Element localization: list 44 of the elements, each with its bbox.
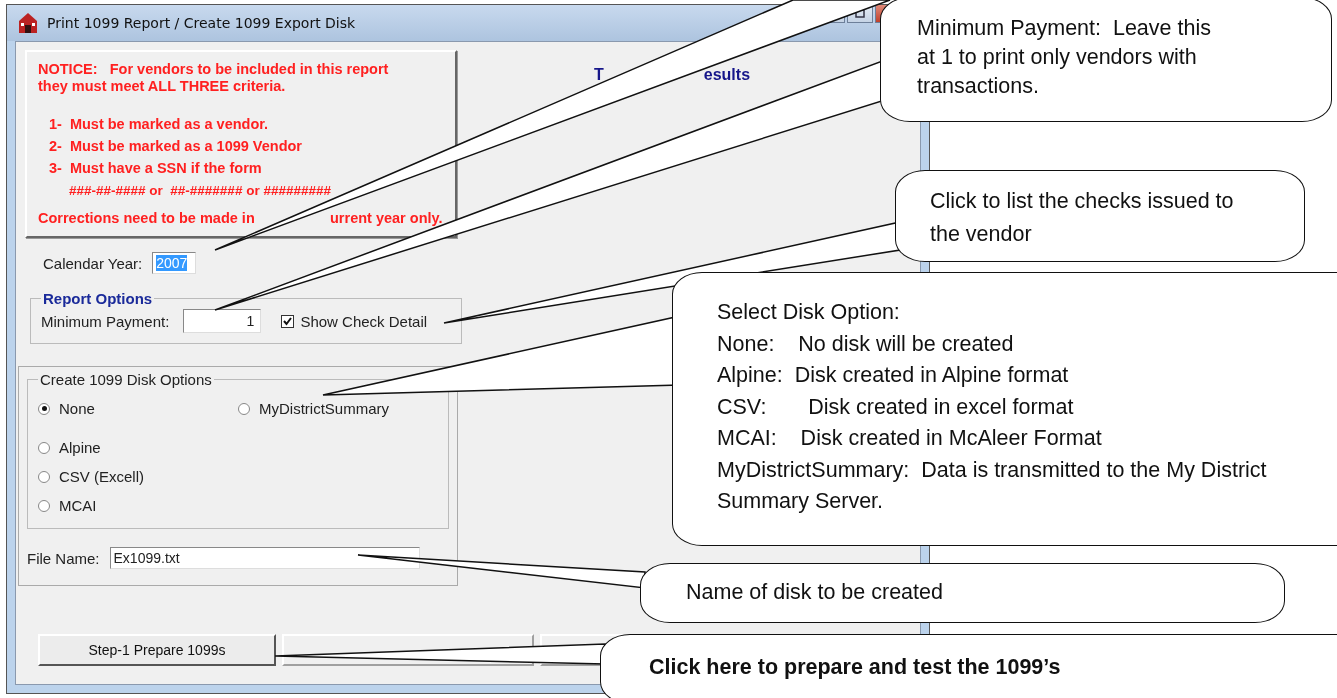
callout-text: CSV: Disk created in excel format (717, 393, 1075, 421)
criterion-number: 1- (49, 116, 62, 133)
field-label: Minimum Payment: (41, 312, 170, 330)
radio-label: Alpine (59, 439, 101, 456)
field-label: Calendar Year: (43, 254, 143, 272)
callout-text: Click here to prepare and test the 1099’s (649, 654, 1062, 681)
notice-footer: Corrections need to be made in (38, 210, 330, 227)
ssn-formats: ###-##-#### or ##-####### or ######### (69, 182, 332, 199)
step-button[interactable]: Step-1 Prepare 1099s (38, 634, 276, 666)
results-heading: T (594, 66, 604, 84)
callout-text: None: No disk will be created (717, 330, 1015, 358)
radio-button[interactable] (38, 402, 50, 415)
file-name-field[interactable]: Ex1099.txt (109, 547, 420, 569)
callout-text: MCAI: Disk created in McAleer Format (717, 425, 1103, 452)
checkbox[interactable] (281, 314, 295, 328)
radio-label: None (59, 400, 95, 417)
radio-button[interactable] (38, 441, 50, 454)
results-heading: esults (703, 66, 751, 84)
criterion-text: Must have a SSN if the form (69, 160, 262, 177)
criterion-text: Must be marked as a vendor. (69, 116, 269, 133)
callout-text: Name of disk to be created (686, 579, 944, 606)
notice-footer: urrent year only. (330, 210, 444, 227)
radio-button[interactable] (238, 402, 250, 415)
callout-text: Alpine: Disk created in Alpine format (717, 362, 1070, 389)
radio-label: CSV (Excell) (59, 468, 144, 485)
schoolhouse-icon (17, 12, 39, 34)
checkbox-label: Show Check Detail (300, 312, 428, 330)
group-title: Create 1099 Disk Options (39, 371, 213, 388)
minimum-payment-field[interactable]: 1 (183, 309, 262, 333)
notice-text: NOTICE: For vendors to be included in this report they must meet ALL THREE criteria. (38, 61, 390, 95)
radio-button[interactable] (38, 470, 50, 483)
callout-text: Click to list the checks issued to the vendor (930, 188, 1235, 248)
callout-text: Select Disk Option: (717, 299, 901, 326)
window-title: Print 1099 Report / Create 1099 Export Disk (47, 15, 356, 31)
callout-text: MyDistrictSummary: Data is transmitted to the My District Summary Server. (717, 456, 1268, 515)
radio-label: MCAI (59, 497, 97, 514)
radio-button[interactable] (38, 499, 50, 512)
field-label: File Name: (27, 549, 100, 567)
criterion-number: 2- (49, 138, 62, 155)
criterion-text: Must be marked as a 1099 Vendor (69, 138, 302, 155)
callout-text: Minimum Payment: Leave this at 1 to print only vendors with transactions. (917, 15, 1212, 100)
group-title: Report Options (42, 290, 154, 307)
radio-label: MyDistrictSummary (259, 400, 389, 417)
criterion-number: 3- (49, 160, 62, 177)
